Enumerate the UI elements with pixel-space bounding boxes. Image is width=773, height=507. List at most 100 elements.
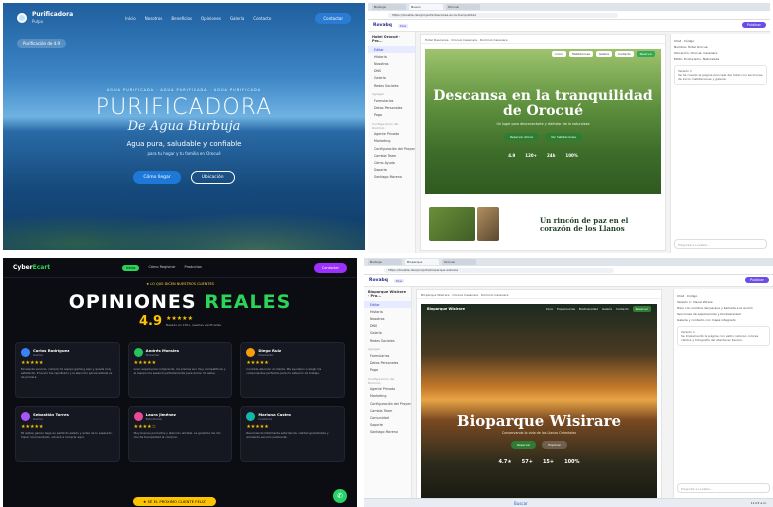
- url-field[interactable]: https://lovable.dev/projects/descansa-en…: [388, 13, 618, 18]
- explore-button[interactable]: Explorar: [542, 441, 567, 449]
- tab-chat[interactable]: Chat: [674, 39, 681, 43]
- browser-tab[interactable]: Bioparque: [405, 259, 439, 265]
- browser-tab[interactable]: Orocué: [446, 4, 480, 10]
- site-preview: Hotel Descansa · Orocué Casanare · Domin…: [420, 34, 666, 251]
- reviews-menu: Inicio Cómo Registrar Productos: [122, 264, 202, 271]
- sidebar-item[interactable]: Galería: [364, 330, 411, 337]
- sidebar-item[interactable]: Marketing: [364, 393, 411, 400]
- site-nav-link[interactable]: Galería: [602, 307, 612, 311]
- nav-link[interactable]: Contacto: [253, 16, 271, 21]
- sidebar-item[interactable]: DNS: [368, 68, 415, 75]
- whatsapp-icon[interactable]: ✆: [333, 489, 347, 503]
- sidebar-item[interactable]: Formularios: [368, 97, 415, 104]
- reserve-button[interactable]: Reservar ahora: [504, 133, 539, 141]
- tab-code[interactable]: Código: [684, 39, 694, 43]
- version-card[interactable]: Versión 1 Se ha creado la página princip…: [674, 65, 767, 85]
- app-name[interactable]: Rovabq: [373, 23, 392, 28]
- reserve-nav-button[interactable]: Reservar: [632, 306, 651, 312]
- rating-score: 4.9: [139, 314, 163, 329]
- sidebar-item[interactable]: Historia: [368, 53, 415, 60]
- version-card[interactable]: Versión 1 Se implementó la página con es…: [677, 326, 770, 346]
- sidebar-item[interactable]: Nosotros: [368, 60, 415, 67]
- publish-button[interactable]: Publicar: [745, 277, 769, 283]
- sidebar-item[interactable]: Agente Privado: [364, 386, 411, 393]
- site-nav-link[interactable]: Biodiversidad: [579, 307, 598, 311]
- reserve-button[interactable]: Reservar: [511, 441, 537, 449]
- app-name[interactable]: Rovabq: [369, 278, 388, 283]
- tab-chat[interactable]: Chat: [677, 294, 684, 298]
- site-nav-link[interactable]: Inicio: [552, 51, 566, 57]
- browser-tab[interactable]: Burbuja: [368, 259, 402, 265]
- nav-link[interactable]: Opiniones: [201, 16, 221, 21]
- site-nav-link[interactable]: Contacto: [615, 51, 634, 57]
- sidebar-item[interactable]: Pago: [368, 112, 415, 119]
- user-name[interactable]: Santiago Moreno: [368, 174, 415, 181]
- preview-toolbar[interactable]: Hotel Descansa · Orocué Casanare · Domin…: [421, 35, 665, 44]
- url-field[interactable]: https://lovable.dev/projects/bioparque-w…: [384, 268, 614, 273]
- sidebar-item[interactable]: Agente Privado: [368, 131, 415, 138]
- stat-value: 120+: [525, 153, 537, 158]
- sidebar-item[interactable]: Soporte: [368, 167, 415, 174]
- nav-link[interactable]: Nosotros: [145, 16, 163, 21]
- sidebar-item[interactable]: Galería: [368, 75, 415, 82]
- stat-value: 4.9: [508, 153, 516, 158]
- tab-code[interactable]: Código: [687, 294, 697, 298]
- sidebar-item[interactable]: Soporte: [364, 422, 411, 429]
- nav-link[interactable]: Beneficios: [171, 16, 192, 21]
- site-nav-link[interactable]: Contacto: [616, 307, 629, 311]
- sidebar-item[interactable]: Datos Personales: [368, 104, 415, 111]
- sidebar-item[interactable]: Historia: [364, 308, 411, 315]
- publish-button[interactable]: Publicar: [742, 22, 766, 28]
- site-logo[interactable]: Bioparque Wisirare: [427, 307, 465, 311]
- review-text: Gran experiencia comprando, los precios …: [133, 367, 226, 375]
- brand-logo[interactable]: Purificadora Pulpa: [17, 11, 73, 25]
- contact-button[interactable]: Contactar: [313, 262, 347, 273]
- sidebar-item[interactable]: Cómo Ayuda: [368, 159, 415, 166]
- sidebar-item[interactable]: Configuración del Proyecto: [368, 145, 415, 152]
- site-nav-link[interactable]: Habitaciones: [568, 51, 593, 57]
- chat-input[interactable]: Pregunta a Lovable...: [674, 239, 767, 249]
- sidebar-item[interactable]: Datos Personales: [364, 359, 411, 366]
- cyber-logo[interactable]: CyberEcart: [13, 264, 50, 271]
- site-nav-link[interactable]: Inicio: [546, 307, 553, 311]
- rooms-button[interactable]: Ver habitaciones: [544, 133, 582, 141]
- site-nav-link[interactable]: Experiencias: [557, 307, 575, 311]
- directions-button[interactable]: Cómo llegar: [133, 171, 181, 184]
- project-name[interactable]: Hotel Orocué · Pro...: [368, 32, 415, 46]
- water-drop-icon: [17, 13, 27, 23]
- sidebar-item[interactable]: DNS: [364, 323, 411, 330]
- browser-tab[interactable]: Burbuja: [372, 4, 406, 10]
- chat-input[interactable]: Pregunta a Lovable...: [677, 483, 770, 493]
- sidebar-item[interactable]: Pago: [364, 367, 411, 374]
- user-name[interactable]: Santiago Moreno: [364, 429, 411, 436]
- reserve-nav-button[interactable]: Reservar: [636, 51, 655, 57]
- nav-link[interactable]: Galería: [230, 16, 244, 21]
- sidebar-item[interactable]: Formularios: [364, 352, 411, 359]
- sidebar-item[interactable]: Comunidad: [364, 414, 411, 421]
- project-name[interactable]: Bioparque Wisirare · Pro...: [364, 287, 411, 301]
- site-nav-link[interactable]: Galería: [595, 51, 613, 57]
- bioparque-subtitle: Conservando la vida de los Llanos Orient…: [501, 431, 577, 435]
- sidebar-item[interactable]: Nosotros: [364, 315, 411, 322]
- browser-tab[interactable]: Orocué: [442, 259, 476, 265]
- menu-item[interactable]: Cómo Registrar: [148, 265, 175, 271]
- menu-item[interactable]: Productos: [185, 265, 202, 271]
- sidebar-item[interactable]: Configuración del Proyecto: [364, 400, 411, 407]
- sidebar-item[interactable]: Redes Sociales: [364, 337, 411, 344]
- preview-toolbar[interactable]: Bioparque Wisirare · Orocué Casanare · D…: [417, 290, 661, 299]
- location-button[interactable]: Ubicación: [190, 171, 235, 184]
- contact-button[interactable]: Contactar: [315, 12, 351, 24]
- nav-link[interactable]: Inicio: [125, 16, 136, 21]
- sidebar-item[interactable]: Editar: [368, 46, 415, 54]
- happy-client-button[interactable]: ★ SÉ EL PRÓXIMO CLIENTE FELIZ: [133, 497, 216, 506]
- sidebar-item[interactable]: Cambia Team: [364, 407, 411, 414]
- panel-row: Ubicación: Orocué, Casanare: [674, 51, 718, 55]
- sidebar-item[interactable]: Cambia Team: [368, 152, 415, 159]
- menu-item[interactable]: Inicio: [122, 264, 140, 271]
- taskbar-search[interactable]: Buscar: [514, 501, 528, 506]
- sidebar-item[interactable]: Redes Sociales: [368, 82, 415, 89]
- rating-caption: Basado en 150+ reseñas verificadas: [166, 322, 221, 327]
- sidebar-item[interactable]: Editar: [364, 301, 411, 309]
- sidebar-item[interactable]: Marketing: [368, 138, 415, 145]
- browser-tab[interactable]: Nuevo: [409, 4, 443, 10]
